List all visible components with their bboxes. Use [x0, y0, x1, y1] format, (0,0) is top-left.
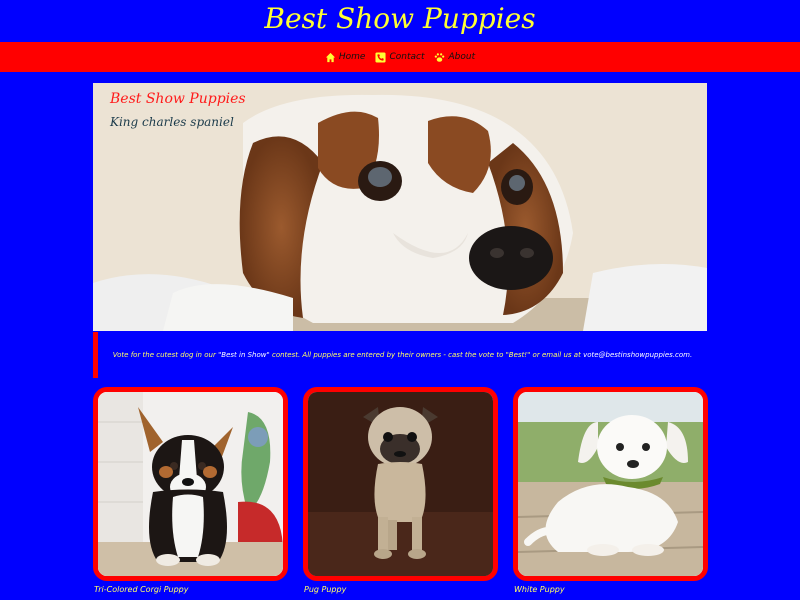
nav-item-contact[interactable]: Contact: [375, 51, 425, 63]
intro-text: Vote for the cutest dog in our "Best in …: [113, 351, 692, 359]
hero-banner: Best Show Puppies King charles spaniel: [93, 83, 707, 331]
puppy-card-white[interactable]: [513, 387, 708, 581]
nav-item-about[interactable]: About: [434, 52, 475, 63]
nav-label-home: Home: [338, 52, 366, 62]
nav-item-home[interactable]: Home: [325, 52, 366, 63]
phone-icon: [375, 51, 387, 63]
intro-section: Vote for the cutest dog in our "Best in …: [93, 332, 707, 378]
hero-subtitle: King charles spaniel: [110, 115, 234, 129]
email-link[interactable]: vote@bestinshowpuppies.com.: [583, 351, 692, 359]
paw-icon: [435, 52, 445, 62]
site-title: Best Show Puppies: [264, 2, 536, 35]
hero-title: Best Show Puppies: [110, 91, 246, 107]
intro-prefix: Vote for the cutest dog in our: [112, 351, 216, 359]
intro-highlight: "Best in Show": [218, 351, 270, 359]
intro-middle: contest. All puppies are entered by thei…: [271, 351, 581, 359]
nav-label-contact: Contact: [389, 52, 425, 62]
puppy-card-corgi[interactable]: [93, 387, 288, 581]
puppy-card-pug[interactable]: [303, 387, 498, 581]
corgi-puppy-image: [98, 392, 283, 576]
card-caption-white: White Puppy: [514, 585, 565, 594]
card-caption-pug: Pug Puppy: [304, 585, 347, 594]
white-puppy-image: [518, 392, 703, 576]
pug-puppy-image: [308, 392, 493, 576]
home-icon: [325, 52, 335, 62]
card-caption-corgi: Tri-Colored Corgi Puppy: [94, 585, 189, 594]
main-navbar: Home Contact About: [0, 42, 800, 72]
nav-label-about: About: [448, 52, 476, 62]
